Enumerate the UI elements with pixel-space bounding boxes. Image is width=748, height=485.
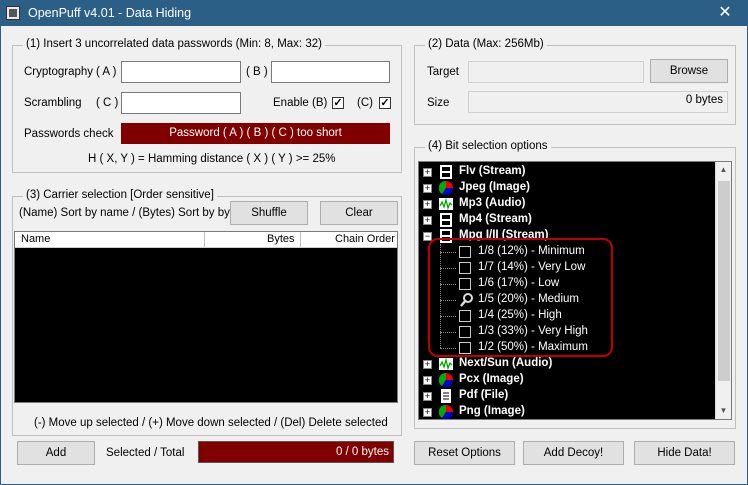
expander-icon[interactable]: + — [423, 408, 432, 417]
expander-icon[interactable]: + — [423, 184, 432, 193]
film-icon — [439, 165, 453, 179]
carrier-legend: (3) Carrier selection [Order sensitive] — [23, 189, 217, 201]
add-button[interactable]: Add — [17, 441, 95, 465]
sort-hint: (Name) Sort by name / (Bytes) Sort by by… — [19, 207, 246, 219]
enable-b-checkbox[interactable]: ✓ — [332, 97, 344, 109]
column-bytes[interactable]: Bytes — [267, 233, 295, 245]
target-label: Target — [427, 66, 459, 78]
carrier-list-header: Name Bytes Chain Order — [15, 232, 397, 248]
clear-button[interactable]: Clear — [320, 201, 398, 225]
tree-scrollbar[interactable]: ▲ ▼ — [715, 162, 731, 419]
expander-icon[interactable]: + — [423, 392, 432, 401]
enable-b-label: Enable (B) — [273, 97, 328, 109]
password-b-field[interactable] — [271, 61, 390, 83]
expander-icon[interactable]: + — [423, 168, 432, 177]
password-a-label: ( A ) — [96, 66, 117, 78]
password-c-label: ( C ) — [96, 97, 119, 109]
expander-icon[interactable]: + — [423, 360, 432, 369]
passwords-legend: (1) Insert 3 uncorrelated data passwords… — [23, 38, 325, 50]
bits-legend: (4) Bit selection options — [425, 140, 551, 152]
tree-item-label: Pdf (File) — [459, 389, 509, 401]
password-c-field[interactable] — [121, 92, 241, 114]
color-pie-icon — [438, 372, 454, 388]
tree-item[interactable]: + Next/Sun (Audio) — [419, 356, 715, 372]
selected-total-value: 0 / 0 bytes — [198, 441, 394, 463]
passwords-check-status: Password ( A ) ( B ) ( C ) too short — [121, 123, 390, 144]
expander-icon[interactable]: + — [423, 200, 432, 209]
tree-item[interactable]: + Mp3 (Audio) — [419, 196, 715, 212]
tree-item[interactable]: + Pdf (File) — [419, 388, 715, 404]
browse-button[interactable]: Browse — [650, 59, 728, 83]
add-decoy-button[interactable]: Add Decoy! — [523, 441, 624, 465]
password-a-field[interactable] — [121, 61, 241, 83]
selected-total-label: Selected / Total — [106, 447, 185, 459]
expander-icon[interactable]: + — [423, 216, 432, 225]
target-field — [468, 61, 644, 83]
app-icon — [6, 6, 20, 20]
window-title: OpenPuff v4.01 - Data Hiding — [28, 6, 192, 20]
tree-item[interactable]: + Flv (Stream) — [419, 164, 715, 180]
expander-icon[interactable]: + — [423, 376, 432, 385]
tree-item-label: Mp4 (Stream) — [459, 213, 532, 225]
scrambling-label: Scrambling — [24, 97, 82, 109]
waveform-icon — [439, 197, 453, 211]
enable-c-label: (C) — [357, 97, 373, 109]
bit-options-highlight — [428, 238, 613, 357]
shuffle-button[interactable]: Shuffle — [230, 201, 308, 225]
color-pie-icon — [438, 404, 454, 419]
tree-item-label: Png (Image) — [459, 405, 525, 417]
enable-c-checkbox[interactable]: ✓ — [379, 97, 391, 109]
size-field: 0 bytes — [468, 91, 728, 113]
title-bar: OpenPuff v4.01 - Data Hiding ✕ — [0, 0, 748, 26]
cryptography-label: Cryptography — [24, 66, 94, 78]
tree-item-label: Mp3 (Audio) — [459, 197, 526, 209]
column-separator — [300, 232, 301, 247]
move-hint: (-) Move up selected / (+) Move down sel… — [34, 417, 388, 429]
tree-item-label: Jpeg (Image) — [459, 181, 530, 193]
tree-item-label: Pcx (Image) — [459, 373, 524, 385]
film-icon — [439, 213, 453, 227]
tree-item-label: Next/Sun (Audio) — [459, 357, 553, 369]
scroll-up-icon[interactable]: ▲ — [716, 162, 731, 178]
scroll-down-icon[interactable]: ▼ — [716, 403, 731, 419]
data-legend: (2) Data (Max: 256Mb) — [425, 38, 547, 50]
reset-options-button[interactable]: Reset Options — [414, 441, 515, 465]
carrier-list[interactable]: Name Bytes Chain Order — [14, 231, 398, 403]
column-name[interactable]: Name — [21, 233, 50, 245]
column-separator — [204, 232, 205, 247]
color-pie-icon — [438, 180, 454, 196]
column-chain-order[interactable]: Chain Order — [335, 233, 395, 245]
password-b-label: ( B ) — [246, 66, 268, 78]
tree-item[interactable]: + Png (Image) — [419, 404, 715, 419]
data-group: (2) Data (Max: 256Mb) — [414, 38, 736, 125]
hide-data-button[interactable]: Hide Data! — [634, 441, 735, 465]
hamming-note: H ( X, Y ) = Hamming distance ( X ) ( Y … — [88, 153, 336, 165]
selected-total-text: 0 / 0 bytes — [335, 446, 389, 458]
tree-item[interactable]: + Mp4 (Stream) — [419, 212, 715, 228]
scrollbar-thumb[interactable] — [718, 181, 730, 381]
tree-item[interactable]: + Jpeg (Image) — [419, 180, 715, 196]
passwords-check-label: Passwords check — [24, 128, 114, 140]
waveform-icon — [439, 357, 453, 371]
size-value: 0 bytes — [685, 94, 723, 106]
close-icon[interactable]: ✕ — [702, 0, 748, 26]
document-icon — [439, 389, 453, 403]
tree-item-label: Flv (Stream) — [459, 165, 526, 177]
size-label: Size — [427, 97, 450, 109]
tree-item[interactable]: + Pcx (Image) — [419, 372, 715, 388]
